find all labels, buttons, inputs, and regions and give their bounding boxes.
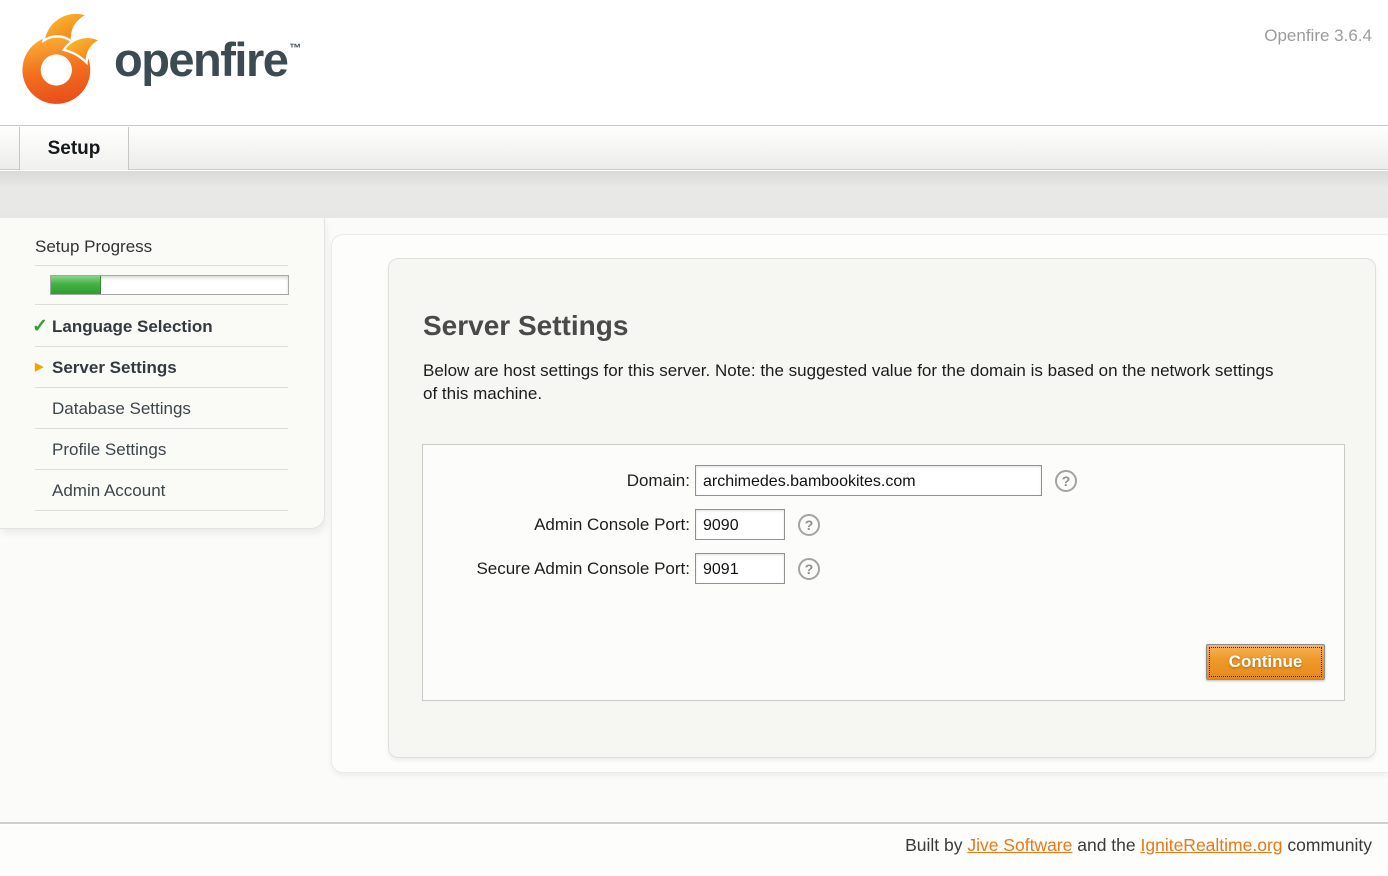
openfire-setup-page: openfire™ Openfire 3.6.4 Setup Setup Pro… — [0, 0, 1388, 876]
tab-setup[interactable]: Setup — [19, 127, 129, 170]
admin-console-port-label: Admin Console Port: — [423, 515, 695, 535]
server-settings-panel: Server Settings Below are host settings … — [388, 258, 1376, 758]
admin-console-port-input[interactable] — [695, 509, 785, 540]
domain-label: Domain: — [423, 471, 695, 491]
sidebar-title: Setup Progress — [35, 237, 288, 265]
trademark-symbol: ™ — [289, 41, 301, 55]
footer-middle: and the — [1072, 835, 1140, 855]
server-settings-form: Domain: ? Admin Console Port: ? Secure A… — [422, 444, 1345, 701]
step-language-selection[interactable]: ✓ Language Selection — [35, 306, 288, 347]
footer-credits: Built by Jive Software and the IgniteRea… — [905, 835, 1372, 856]
form-row-admin-port: Admin Console Port: ? — [423, 509, 1344, 540]
content-area: Setup Progress ✓ Language Selection ▶ Se… — [0, 218, 1388, 822]
secure-admin-console-port-label: Secure Admin Console Port: — [423, 559, 695, 579]
version-label: Openfire 3.6.4 — [1264, 26, 1372, 46]
footer: Built by Jive Software and the IgniteRea… — [0, 822, 1388, 876]
step-label: Database Settings — [52, 399, 191, 418]
openfire-logo: openfire™ — [16, 6, 301, 112]
setup-progress-sidebar: Setup Progress ✓ Language Selection ▶ Se… — [0, 218, 325, 529]
page-description: Below are host settings for this server.… — [423, 359, 1288, 405]
step-admin-account[interactable]: Admin Account — [35, 470, 288, 511]
tab-bar: Setup — [0, 127, 1388, 170]
form-row-secure-admin-port: Secure Admin Console Port: ? — [423, 553, 1344, 584]
step-label: Profile Settings — [52, 440, 166, 459]
form-row-domain: Domain: ? — [423, 465, 1344, 496]
continue-button[interactable]: Continue — [1206, 644, 1325, 680]
page-title: Server Settings — [423, 310, 1375, 342]
step-server-settings[interactable]: ▶ Server Settings — [35, 347, 288, 388]
help-icon[interactable]: ? — [798, 558, 820, 580]
header: openfire™ Openfire 3.6.4 — [0, 0, 1388, 126]
step-label: Server Settings — [52, 358, 177, 377]
divider — [35, 304, 288, 305]
help-icon[interactable]: ? — [1055, 470, 1077, 492]
jive-software-link[interactable]: Jive Software — [967, 835, 1072, 855]
brand-wordmark: openfire™ — [114, 36, 301, 83]
arrow-right-icon: ▶ — [35, 347, 43, 388]
step-label: Language Selection — [52, 317, 213, 336]
step-label: Admin Account — [52, 481, 165, 500]
openfire-flame-icon — [16, 6, 104, 112]
progress-bar — [50, 275, 289, 295]
secure-admin-console-port-input[interactable] — [695, 553, 785, 584]
divider — [35, 265, 288, 266]
help-icon[interactable]: ? — [798, 514, 820, 536]
igniterealtime-link[interactable]: IgniteRealtime.org — [1141, 835, 1283, 855]
step-database-settings[interactable]: Database Settings — [35, 388, 288, 429]
footer-prefix: Built by — [905, 835, 967, 855]
step-profile-settings[interactable]: Profile Settings — [35, 429, 288, 470]
domain-input[interactable] — [695, 465, 1042, 496]
setup-steps-list: ✓ Language Selection ▶ Server Settings D… — [35, 306, 288, 511]
sub-nav-bar — [0, 171, 1388, 218]
check-icon: ✓ — [32, 306, 48, 347]
progress-fill — [51, 276, 101, 294]
footer-suffix: community — [1283, 835, 1372, 855]
content-wrapper: Server Settings Below are host settings … — [331, 234, 1388, 773]
